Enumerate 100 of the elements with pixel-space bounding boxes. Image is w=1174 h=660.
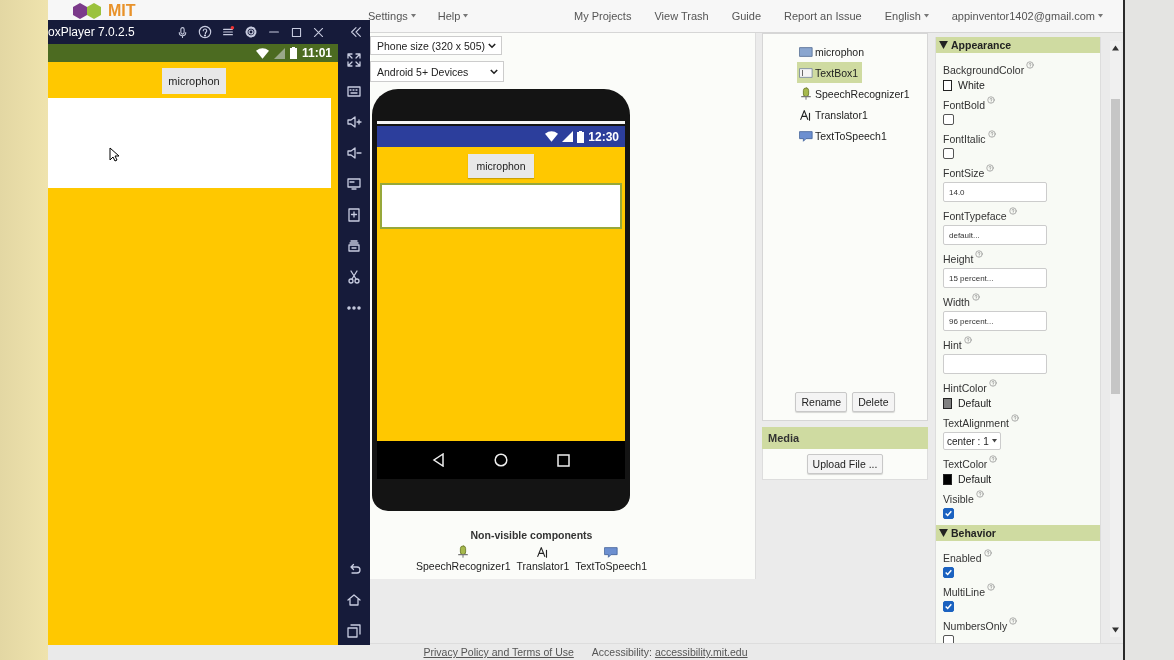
window-title: oxPlayer 7.0.2.5 — [48, 25, 136, 39]
battery-icon — [289, 47, 297, 59]
property-label: MultiLine — [943, 585, 986, 599]
keyboard-icon[interactable] — [346, 83, 362, 99]
text-field[interactable] — [943, 354, 1047, 374]
property-label: FontTypeface — [943, 209, 1007, 223]
scroll-up-icon[interactable] — [1111, 45, 1119, 51]
property-label: FontSize — [943, 166, 985, 180]
color-swatch[interactable] — [943, 397, 952, 409]
action-button[interactable]: Rename — [795, 392, 848, 412]
property-label: TextAlignment — [943, 416, 1009, 430]
section-header[interactable]: Appearance — [936, 37, 1100, 53]
recents-icon[interactable] — [557, 453, 571, 467]
section-header[interactable]: Behavior — [936, 525, 1100, 541]
screen-icon[interactable] — [346, 176, 362, 192]
chevron-icon — [488, 42, 496, 49]
help-icon[interactable] — [198, 25, 212, 39]
property-label: BackgroundColor — [943, 63, 1025, 77]
checkbox[interactable] — [943, 148, 954, 159]
property-label: HintColor — [943, 381, 987, 395]
caret-icon — [923, 14, 929, 18]
accessibility-label: Accessibility: — [591, 646, 652, 658]
component-item[interactable]: Translator1 — [797, 104, 872, 125]
home-icon[interactable] — [494, 453, 508, 467]
volume-down-icon[interactable] — [346, 145, 362, 161]
nav-link[interactable]: Guide — [731, 10, 761, 22]
volume-up-icon[interactable] — [346, 114, 362, 130]
action-button[interactable]: Delete — [852, 392, 895, 412]
text-field[interactable]: default... — [943, 225, 1047, 245]
menu-item[interactable]: Settings — [368, 10, 416, 22]
clock-time: 12:30 — [588, 129, 619, 144]
settings-icon[interactable] — [244, 25, 258, 39]
recents-icon[interactable] — [346, 623, 362, 639]
text-field[interactable]: 14.0 — [943, 182, 1047, 202]
speech-bubble-icon — [604, 545, 619, 559]
caret-icon — [410, 14, 416, 18]
button-icon — [799, 44, 813, 59]
layers-icon[interactable] — [346, 238, 362, 254]
checkbox[interactable] — [943, 567, 954, 578]
back-icon[interactable] — [431, 453, 445, 467]
translate-icon — [799, 107, 813, 122]
triangle-icon — [939, 529, 948, 537]
component-item[interactable]: TextBox1 — [797, 62, 863, 83]
menu-item[interactable]: Help — [437, 10, 469, 22]
battery-icon — [577, 130, 585, 143]
microphone-button[interactable]: microphon — [468, 154, 534, 178]
scrollbar[interactable] — [1109, 41, 1121, 637]
color-swatch[interactable] — [943, 473, 952, 485]
caret-icon — [991, 439, 997, 443]
text-field[interactable]: 96 percent... — [943, 311, 1047, 331]
microphone-icon[interactable] — [176, 25, 189, 39]
fullscreen-icon[interactable] — [346, 52, 362, 68]
scroll-down-icon[interactable] — [1111, 627, 1119, 633]
home-icon[interactable] — [346, 592, 362, 608]
phone-size-dropdown[interactable]: Phone size (320 x 505) — [370, 36, 502, 55]
color-value: Default — [958, 397, 992, 409]
component-item[interactable]: TextToSpeech1 — [797, 125, 891, 146]
caret-icon — [463, 14, 469, 18]
component-item[interactable]: SpeechRecognizer1 — [797, 83, 914, 104]
color-value: Default — [958, 473, 992, 485]
scissors-icon[interactable] — [346, 269, 362, 285]
checkbox[interactable] — [943, 601, 954, 612]
color-swatch[interactable] — [943, 79, 952, 91]
device-dropdown[interactable]: Android 5+ Devices — [370, 61, 504, 82]
property-label: FontBold — [943, 98, 986, 112]
checkbox[interactable] — [943, 114, 954, 125]
property-label: FontItalic — [943, 132, 986, 146]
property-label: TextColor — [943, 457, 988, 471]
dropdown[interactable]: center : 1 — [943, 432, 1001, 450]
microphone-icon — [456, 545, 471, 559]
privacy-link[interactable]: Privacy Policy and Terms of Use — [423, 646, 574, 658]
nav-link[interactable]: View Trash — [654, 10, 709, 22]
language-menu[interactable]: English — [884, 10, 929, 22]
panel-header: Media — [762, 427, 928, 449]
component-label: TextToSpeech1 — [575, 560, 648, 572]
microphone-button[interactable]: microphon — [162, 68, 226, 94]
install-apk-icon[interactable] — [346, 207, 362, 223]
wifi-icon — [545, 131, 559, 142]
color-value: White — [958, 79, 985, 91]
nav-link[interactable]: Report an Issue — [784, 10, 862, 22]
translate-icon — [535, 545, 550, 559]
microphone-icon — [799, 86, 813, 101]
accessibility-link[interactable]: accessibility.mit.edu — [654, 646, 748, 658]
property-label: NumbersOnly — [943, 619, 1008, 633]
speech-bubble-icon — [799, 128, 813, 143]
checkbox[interactable] — [943, 508, 954, 519]
text-box[interactable] — [380, 183, 622, 229]
maximize-icon[interactable] — [290, 25, 303, 39]
upload-button[interactable]: Upload File ... — [806, 454, 884, 474]
nav-link[interactable]: My Projects — [573, 10, 632, 22]
property-label: Height — [943, 252, 974, 266]
component-item[interactable]: microphon — [797, 41, 869, 62]
collapse-icon[interactable] — [349, 25, 363, 39]
checkbox[interactable] — [943, 635, 954, 643]
clock-time: 11:01 — [301, 46, 332, 60]
close-icon[interactable] — [312, 25, 325, 39]
property-label: Enabled — [943, 551, 982, 565]
account-menu[interactable]: appinventor1402@gmail.com — [951, 10, 1103, 22]
text-field[interactable]: 15 percent... — [943, 268, 1047, 288]
property-label: Width — [943, 295, 970, 309]
